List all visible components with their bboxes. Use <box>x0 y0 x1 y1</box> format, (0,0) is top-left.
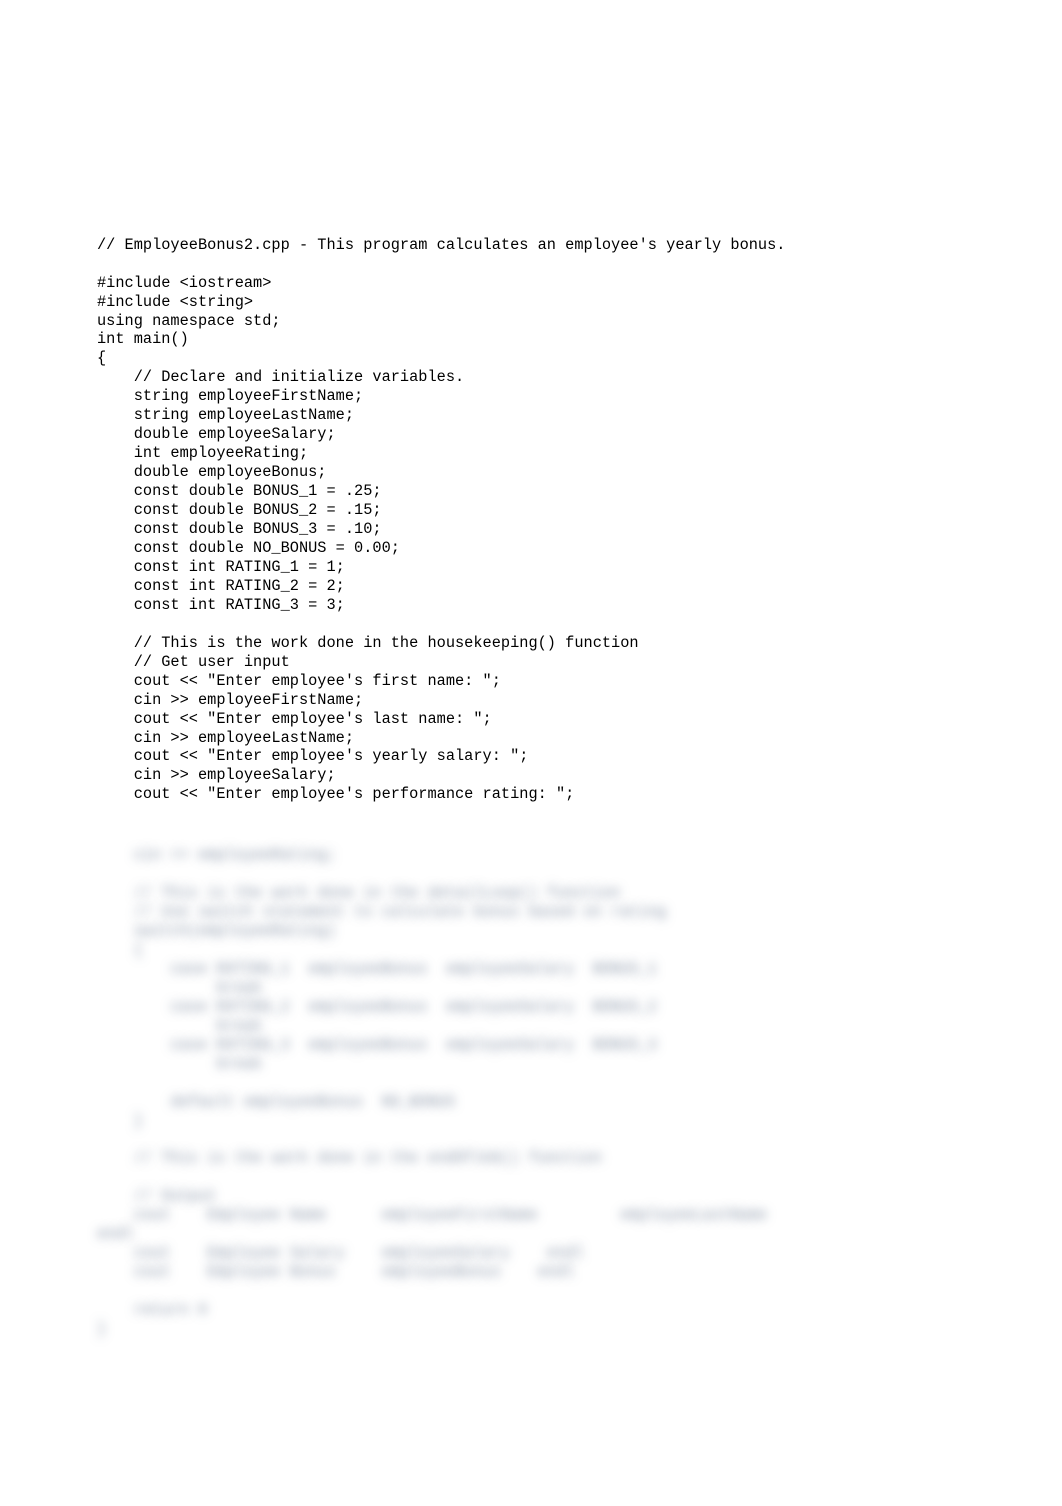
blurred-code-line: break <box>97 1017 1062 1036</box>
blurred-code-line <box>97 1282 1062 1301</box>
blurred-code-line: break <box>97 1055 1062 1074</box>
code-line: #include <iostream> <box>97 274 1062 293</box>
code-document: // EmployeeBonus2.cpp - This program cal… <box>0 76 1062 1358</box>
blurred-code-line: cout Employee Salary employeeSalary endl <box>97 1244 1062 1263</box>
code-line: const int RATING_3 = 3; <box>97 596 1062 615</box>
code-line: const double NO_BONUS = 0.00; <box>97 539 1062 558</box>
blurred-code-line: // Use switch statement to calculate bon… <box>97 903 1062 922</box>
blurred-code-line: cin >> employeeRating; <box>97 846 1062 865</box>
blurred-code-line: // Output <box>97 1187 1062 1206</box>
code-line <box>97 615 1062 634</box>
code-line: const double BONUS_3 = .10; <box>97 520 1062 539</box>
code-line: #include <string> <box>97 293 1062 312</box>
visible-code-section: // EmployeeBonus2.cpp - This program cal… <box>97 236 1062 805</box>
code-line: cin >> employeeLastName; <box>97 729 1062 748</box>
blurred-code-line: cout Employee Bonus employeeBonus endl <box>97 1263 1062 1282</box>
blurred-code-line: } <box>97 1320 1062 1339</box>
blurred-code-line: break <box>97 979 1062 998</box>
blurred-code-line: case RATING_2 employeeBonus employeeSala… <box>97 998 1062 1017</box>
code-line: const double BONUS_1 = .25; <box>97 482 1062 501</box>
code-line: cin >> employeeSalary; <box>97 766 1062 785</box>
code-line: string employeeFirstName; <box>97 387 1062 406</box>
code-line: cout << "Enter employee's last name: "; <box>97 710 1062 729</box>
code-line: cout << "Enter employee's performance ra… <box>97 785 1062 804</box>
code-line: int main() <box>97 330 1062 349</box>
code-line: double employeeBonus; <box>97 463 1062 482</box>
blurred-code-line: endl <box>97 1225 1062 1244</box>
code-line: // Get user input <box>97 653 1062 672</box>
code-line: double employeeSalary; <box>97 425 1062 444</box>
blurred-code-line: } <box>97 1112 1062 1131</box>
blurred-code-line: default employeeBonus NO_BONUS <box>97 1093 1062 1112</box>
code-line: // EmployeeBonus2.cpp - This program cal… <box>97 236 1062 255</box>
code-line: string employeeLastName; <box>97 406 1062 425</box>
code-line <box>97 255 1062 274</box>
blurred-code-section: cin >> employeeRating; // This is the wo… <box>97 846 1062 1339</box>
code-line: cin >> employeeFirstName; <box>97 691 1062 710</box>
blurred-code-line <box>97 1131 1062 1150</box>
blurred-code-line <box>97 1074 1062 1093</box>
code-line: { <box>97 349 1062 368</box>
blurred-code-line: case RATING_1 employeeBonus employeeSala… <box>97 960 1062 979</box>
code-line: const double BONUS_2 = .15; <box>97 501 1062 520</box>
code-line: int employeeRating; <box>97 444 1062 463</box>
blurred-code-line: { <box>97 941 1062 960</box>
blurred-code-line: // This is the work done in the endOfJob… <box>97 1149 1062 1168</box>
blurred-code-line: cout Employee Name employeeFirstName emp… <box>97 1206 1062 1225</box>
blurred-code-line: switch(employeeRating) <box>97 922 1062 941</box>
code-line: cout << "Enter employee's yearly salary:… <box>97 747 1062 766</box>
code-line: // Declare and initialize variables. <box>97 368 1062 387</box>
code-line: using namespace std; <box>97 312 1062 331</box>
blurred-code-line <box>97 1168 1062 1187</box>
code-line: // This is the work done in the housekee… <box>97 634 1062 653</box>
code-line: cout << "Enter employee's first name: "; <box>97 672 1062 691</box>
blurred-code-line: case RATING_3 employeeBonus employeeSala… <box>97 1036 1062 1055</box>
blurred-code-line <box>97 865 1062 884</box>
code-line: const int RATING_1 = 1; <box>97 558 1062 577</box>
blurred-code-line: return 0 <box>97 1301 1062 1320</box>
code-line: const int RATING_2 = 2; <box>97 577 1062 596</box>
blurred-code-line: // This is the work done in the detailLo… <box>97 884 1062 903</box>
